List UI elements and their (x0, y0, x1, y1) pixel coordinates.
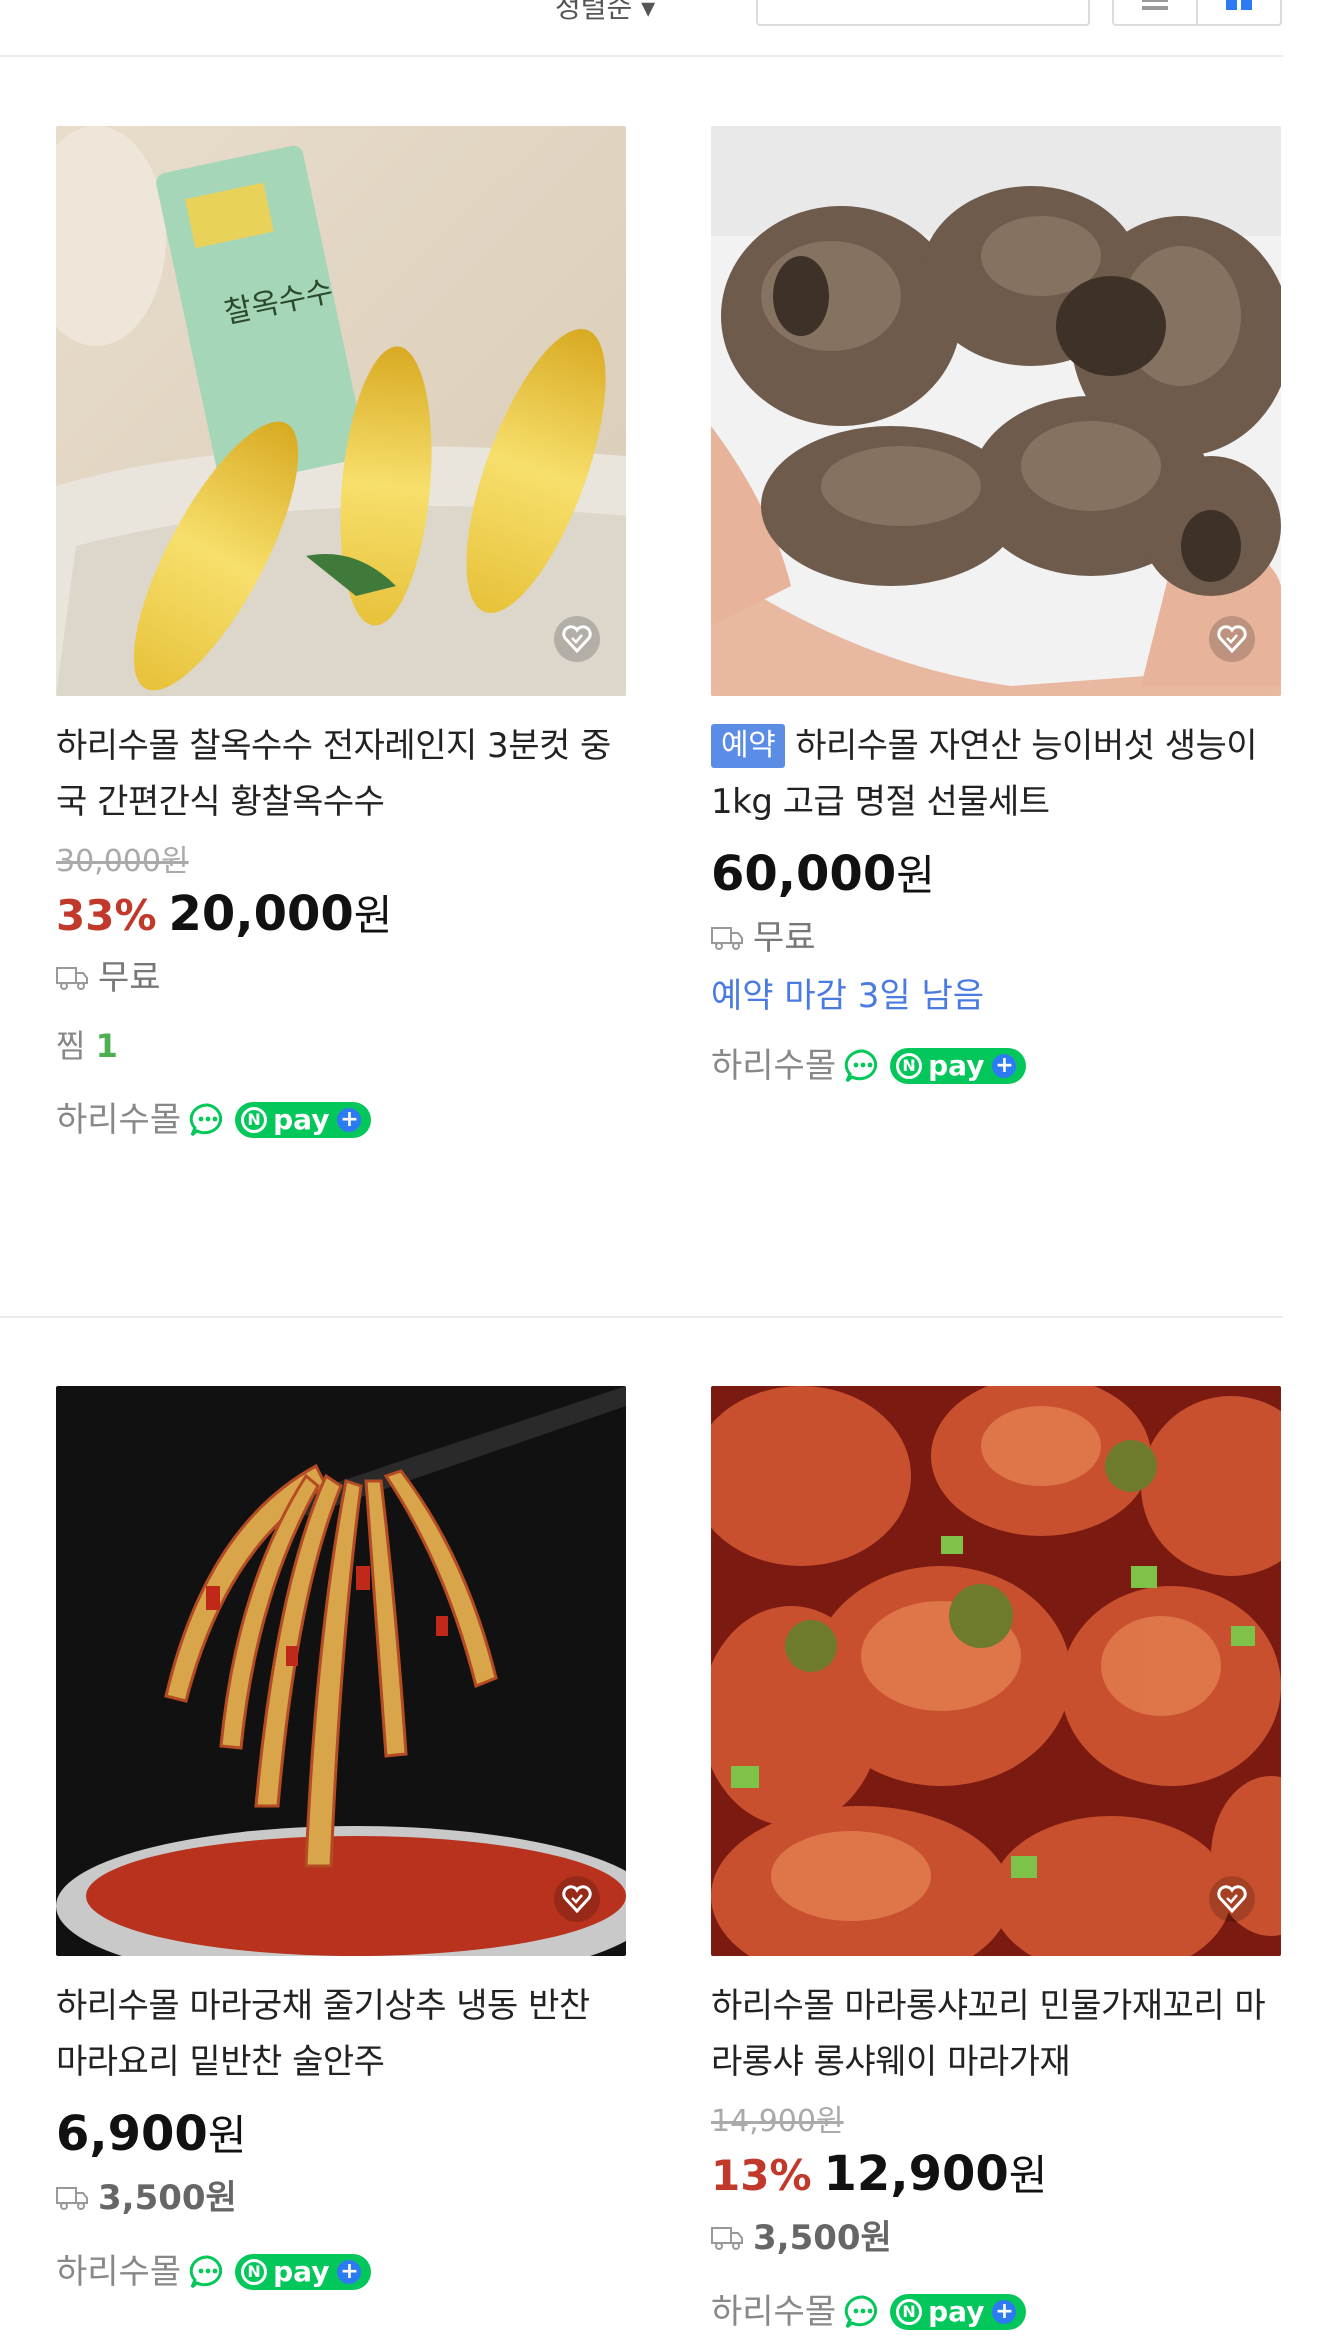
zzim-number: 1 (95, 1027, 118, 1065)
zzim-count: 찜 1 (56, 1018, 626, 1074)
naver-n-icon: N (241, 2259, 268, 2285)
npay-badge: Npay + (235, 1102, 372, 1138)
zzim-label: 찜 (56, 1027, 86, 1065)
talktalk-icon[interactable] (189, 2254, 227, 2290)
won-unit: 원 (896, 851, 935, 900)
product-card[interactable]: 예약 하리수몰 자연산 능이버섯 생능이 1kg 고급 명절 선물세트 60,00… (711, 126, 1281, 1094)
naver-n-icon: N (241, 1107, 268, 1133)
zzim-button[interactable] (554, 1876, 600, 1922)
price-row: 6,900원 (56, 2104, 626, 2166)
view-toggle (1112, 0, 1282, 26)
discount-rate: 13% (711, 2151, 812, 2200)
npay-badge: Npay + (890, 1048, 1027, 1084)
shipping-fee: 무료 (98, 958, 161, 998)
reservation-badge: 예약 (711, 724, 786, 768)
seller-name[interactable]: 하리수몰 (56, 1092, 181, 1148)
product-card[interactable]: 하리수몰 마라롱샤꼬리 민물가재꼬리 마라롱샤 롱샤웨이 마라가재 14,900… (711, 1386, 1281, 2340)
npay-label: pay (928, 1049, 985, 1082)
plus-icon: + (337, 1107, 362, 1132)
sale-price: 12,900 (823, 2146, 1009, 2202)
product-title[interactable]: 하리수몰 마라궁채 줄기상추 냉동 반찬 마라요리 밑반찬 술안주 (56, 1978, 626, 2090)
heart-icon (562, 625, 592, 654)
npay-label: pay (928, 2295, 985, 2328)
price-row: 33% 20,000원 (56, 884, 626, 946)
truck-icon (711, 2227, 743, 2250)
corn-product-image: 찰옥수수 (56, 126, 626, 696)
truck-icon (56, 2187, 88, 2210)
stem-lettuce-product-image (56, 1386, 626, 1956)
product-title[interactable]: 예약 하리수몰 자연산 능이버섯 생능이 1kg 고급 명절 선물세트 (711, 718, 1281, 830)
seller-name[interactable]: 하리수몰 (711, 1038, 836, 1094)
sale-price: 6,900 (56, 2106, 208, 2162)
product-title-text: 하리수몰 자연산 능이버섯 생능이 1kg 고급 명절 선물세트 (711, 726, 1258, 822)
talktalk-icon[interactable] (189, 1102, 227, 1138)
filter-select[interactable] (756, 0, 1090, 26)
seller-row: 하리수몰 Npay + (711, 2284, 1281, 2340)
sale-price: 60,000 (711, 846, 897, 902)
plus-icon: + (992, 1053, 1017, 1078)
npay-label: pay (273, 2255, 330, 2288)
heart-icon (562, 1885, 592, 1914)
product-thumbnail[interactable] (56, 1386, 626, 1956)
won-unit: 원 (207, 2111, 247, 2160)
npay-badge: Npay + (890, 2294, 1027, 2330)
row-divider (0, 1316, 1283, 1318)
price-row: 13% 12,900원 (711, 2144, 1281, 2206)
product-title[interactable]: 하리수몰 마라롱샤꼬리 민물가재꼬리 마라롱샤 롱샤웨이 마라가재 (711, 1978, 1281, 2090)
won-unit: 원 (1008, 2151, 1048, 2200)
talktalk-icon[interactable] (844, 1048, 882, 1084)
sale-price: 20,000 (168, 886, 354, 942)
truck-icon (711, 927, 743, 950)
reservation-deadline: 예약 마감 3일 남음 (711, 976, 985, 1016)
product-card[interactable]: 찰옥수수 하리수몰 찰옥수수 전자레인지 3분컷 중국 간편간식 황찰옥수수 3… (56, 126, 626, 1148)
plus-icon: + (337, 2259, 362, 2284)
zzim-button[interactable] (554, 616, 600, 662)
talktalk-icon[interactable] (844, 2294, 882, 2330)
seller-name[interactable]: 하리수몰 (56, 2244, 181, 2300)
heart-icon (1217, 625, 1247, 654)
crayfish-product-image (711, 1386, 1281, 1956)
zzim-button[interactable] (1209, 616, 1255, 662)
naver-n-icon: N (896, 1053, 923, 1079)
toolbar-divider (0, 55, 1283, 57)
grid-view-icon (1226, 0, 1252, 10)
shipping-fee: 3,500원 (753, 2218, 892, 2258)
list-toolbar: 정렬순 ▾ (0, 0, 1320, 56)
won-unit: 원 (353, 891, 393, 940)
seller-name[interactable]: 하리수몰 (711, 2284, 836, 2340)
shipping-info: 3,500원 (56, 2170, 626, 2226)
shipping-fee: 무료 (753, 918, 816, 958)
product-thumbnail[interactable]: 찰옥수수 (56, 126, 626, 696)
discount-rate: 33% (56, 891, 157, 940)
truck-icon (56, 967, 88, 990)
seller-row: 하리수몰 Npay + (56, 2244, 626, 2300)
product-card[interactable]: 하리수몰 마라궁채 줄기상추 냉동 반찬 마라요리 밑반찬 술안주 6,900원… (56, 1386, 626, 2300)
original-price: 30,000원 (56, 844, 189, 879)
product-thumbnail[interactable] (711, 126, 1281, 696)
seller-row: 하리수몰 Npay + (56, 1092, 626, 1148)
product-title[interactable]: 하리수몰 찰옥수수 전자레인지 3분컷 중국 간편간식 황찰옥수수 (56, 718, 626, 830)
shipping-fee: 3,500원 (98, 2178, 237, 2218)
grid-view-button[interactable] (1196, 0, 1280, 24)
product-thumbnail[interactable] (711, 1386, 1281, 1956)
list-view-icon (1142, 0, 1168, 10)
naver-n-icon: N (896, 2299, 923, 2325)
shipping-info: 무료 (56, 950, 626, 1006)
original-price: 14,900원 (711, 2104, 844, 2139)
seller-row: 하리수몰 Npay + (711, 1038, 1281, 1094)
shipping-info: 3,500원 (711, 2210, 1281, 2266)
sort-label[interactable]: 정렬순 ▾ (555, 0, 655, 26)
zzim-button[interactable] (1209, 1876, 1255, 1922)
list-view-button[interactable] (1114, 0, 1196, 24)
heart-icon (1217, 1885, 1247, 1914)
price-row: 60,000원 (711, 844, 1281, 906)
npay-badge: Npay + (235, 2254, 372, 2290)
shipping-info: 무료 (711, 910, 1281, 966)
mushroom-product-image (711, 126, 1281, 696)
plus-icon: + (992, 2299, 1017, 2324)
npay-label: pay (273, 1103, 330, 1136)
